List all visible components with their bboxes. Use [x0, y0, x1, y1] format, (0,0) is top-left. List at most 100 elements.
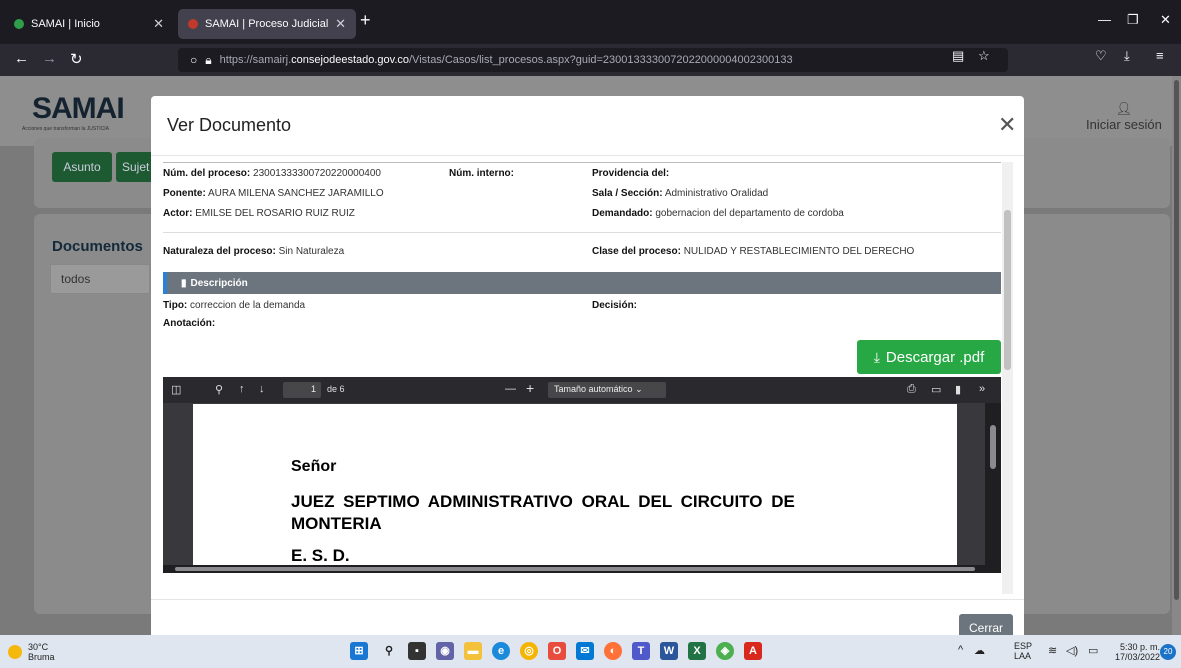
new-tab-button[interactable]: + — [360, 10, 371, 31]
browser-tab-bar: SAMAI | Inicio ✕ SAMAI | Proceso Judicia… — [0, 0, 1181, 44]
word-icon[interactable]: W — [660, 642, 678, 660]
zoom-select[interactable]: Tamaño automático ⌄ — [548, 382, 666, 398]
pdf-toolbar: ◫ ⚲ ↑ ↓ 1 de 6 — + Tamaño automático ⌄ ⎙… — [163, 377, 1001, 403]
sala-field: Sala / Sección: Administrativo Oralidad — [592, 188, 769, 199]
office-icon[interactable]: O — [548, 642, 566, 660]
volume-icon[interactable]: ◁) — [1066, 644, 1078, 657]
scrollbar-thumb[interactable] — [1004, 210, 1011, 370]
restore-icon[interactable]: ❐ — [1127, 12, 1139, 28]
doc-line: MONTERIA — [291, 514, 382, 533]
sidebar-toggle-icon[interactable]: ◫ — [171, 383, 181, 396]
excel-icon[interactable]: X — [688, 642, 706, 660]
save-icon[interactable]: ▭ — [931, 383, 941, 396]
onedrive-icon[interactable]: ☁ — [974, 644, 985, 657]
chrome-icon[interactable]: ◎ — [520, 642, 538, 660]
modal-title: Ver Documento — [167, 115, 292, 135]
address-bar[interactable]: ○ 🔒︎ https://samairj. consejodeestado.gov… — [178, 48, 1008, 72]
sujetos-button[interactable]: Sujet — [116, 152, 156, 182]
anotacion-field: Anotación: — [163, 318, 216, 329]
logo-subtitle: Acciones que transforman la JUSTICIA — [22, 126, 109, 132]
divider — [163, 162, 1001, 163]
menu-icon[interactable]: ≡ — [1156, 48, 1164, 63]
tab-title: SAMAI | Inicio — [31, 18, 100, 30]
demandado-field: Demandado: gobernacion del departamento … — [592, 208, 844, 219]
back-arrow-icon[interactable]: ← — [14, 50, 29, 67]
firefox-icon[interactable]: ◐ — [604, 642, 622, 660]
search-icon[interactable]: ⚲ — [215, 383, 223, 396]
keyboard-layout: LAA — [1014, 651, 1032, 661]
clase-field: Clase del proceso: NULIDAD Y RESTABLECIM… — [592, 246, 915, 257]
login-link[interactable]: 👤︎ Iniciar sesión — [1086, 101, 1162, 132]
url-host: consejodeestado.gov.co — [291, 54, 409, 66]
zoom-out-icon[interactable]: — — [505, 383, 516, 395]
scrollbar-thumb[interactable] — [990, 425, 996, 469]
clock[interactable]: 5:30 p. m. 17/03/2022 — [1115, 642, 1160, 662]
page-number-input[interactable]: 1 — [283, 382, 321, 398]
minimize-icon[interactable]: — — [1098, 12, 1111, 27]
documents-filter-select[interactable]: todos — [50, 264, 150, 294]
search-icon[interactable]: ⚲ — [380, 642, 398, 660]
mail-icon[interactable]: ✉ — [576, 642, 594, 660]
battery-icon[interactable]: ▭ — [1088, 644, 1098, 657]
task-view-icon[interactable]: ▪ — [408, 642, 426, 660]
download-label: Descargar .pdf — [885, 348, 985, 366]
bookmark-icon[interactable]: ▮ — [955, 383, 961, 396]
file-explorer-icon[interactable]: ▬ — [464, 642, 482, 660]
zoom-value: Tamaño automático — [554, 384, 633, 394]
pdf-page: Señor JUEZ SEPTIMO ADMINISTRATIVO ORAL D… — [193, 404, 957, 566]
download-icon: ⤓ — [873, 348, 880, 365]
notification-badge[interactable]: 20 — [1160, 644, 1176, 660]
close-tab-icon[interactable]: ✕ — [153, 16, 164, 32]
lock-icon[interactable]: 🔒︎ — [205, 53, 211, 68]
user-icon: 👤︎ — [1115, 101, 1133, 116]
next-page-icon[interactable]: ↓ — [259, 383, 265, 395]
modal-scrollbar[interactable] — [1002, 162, 1013, 594]
pdf-horizontal-scrollbar[interactable] — [163, 565, 1001, 573]
forward-arrow-icon[interactable]: → — [42, 50, 57, 67]
close-icon[interactable]: ✕ — [998, 112, 1016, 138]
edge-icon[interactable]: e — [492, 642, 510, 660]
doc-line: Señor — [291, 458, 337, 475]
samai-favicon-icon — [188, 19, 198, 29]
download-pdf-button[interactable]: ⤓ Descargar .pdf — [857, 340, 1001, 374]
close-tab-icon[interactable]: ✕ — [335, 16, 346, 32]
samai-logo[interactable]: SAMAI Acciones que transforman la JUSTIC… — [14, 82, 134, 142]
reader-view-icon[interactable]: ▤ — [952, 48, 964, 64]
maps-icon[interactable]: ◈ — [716, 642, 734, 660]
print-icon[interactable]: ⎙ — [907, 383, 916, 396]
page-total: de 6 — [327, 384, 345, 394]
shield-icon[interactable]: ○ — [190, 53, 197, 67]
weather-widget[interactable]: 30°C Bruma — [8, 642, 55, 662]
reload-icon[interactable]: ↻ — [70, 50, 83, 68]
file-icon: ▮ — [181, 277, 187, 289]
scrollbar-thumb[interactable] — [1174, 80, 1179, 600]
descripcion-header: ▮ Descripción — [163, 272, 1001, 294]
tab-samai-inicio[interactable]: SAMAI | Inicio ✕ — [4, 9, 174, 39]
doc-line: JUEZ SEPTIMO ADMINISTRATIVO ORAL DEL CIR… — [291, 492, 795, 511]
windows-start-icon[interactable]: ⊞ — [350, 642, 368, 660]
date: 17/03/2022 — [1115, 652, 1161, 662]
close-window-icon[interactable]: ✕ — [1160, 12, 1171, 28]
pdf-vertical-scrollbar[interactable] — [985, 403, 1001, 567]
bookmark-star-icon[interactable]: ☆ — [978, 48, 990, 64]
doc-line: E. S. D. — [291, 546, 350, 565]
scrollbar-thumb[interactable] — [175, 567, 975, 571]
zoom-in-icon[interactable]: + — [526, 380, 534, 396]
language-indicator[interactable]: ESP LAA — [1014, 641, 1032, 661]
previous-page-icon[interactable]: ↑ — [239, 383, 245, 395]
chevron-down-icon: ⌄ — [635, 384, 643, 394]
chevron-up-icon[interactable]: ^ — [958, 644, 963, 656]
page-scrollbar[interactable] — [1172, 76, 1181, 635]
acrobat-icon[interactable]: A — [744, 642, 762, 660]
chat-icon[interactable]: ◉ — [436, 642, 454, 660]
decision-field: Decisión: — [592, 300, 638, 311]
wifi-icon[interactable]: ≋ — [1048, 644, 1057, 657]
tab-title: SAMAI | Proceso Judicial — [205, 18, 329, 30]
downloads-icon[interactable]: ⤓ — [1124, 48, 1130, 64]
more-tools-icon[interactable]: » — [979, 383, 985, 395]
browser-nav-bar: ← → ↻ ○ 🔒︎ https://samairj. consejodeesta… — [0, 44, 1181, 76]
teams-icon[interactable]: T — [632, 642, 650, 660]
tab-samai-proceso[interactable]: SAMAI | Proceso Judicial ✕ — [178, 9, 356, 39]
asunto-button[interactable]: Asunto — [52, 152, 112, 182]
pocket-icon[interactable]: ♡ — [1095, 48, 1107, 64]
